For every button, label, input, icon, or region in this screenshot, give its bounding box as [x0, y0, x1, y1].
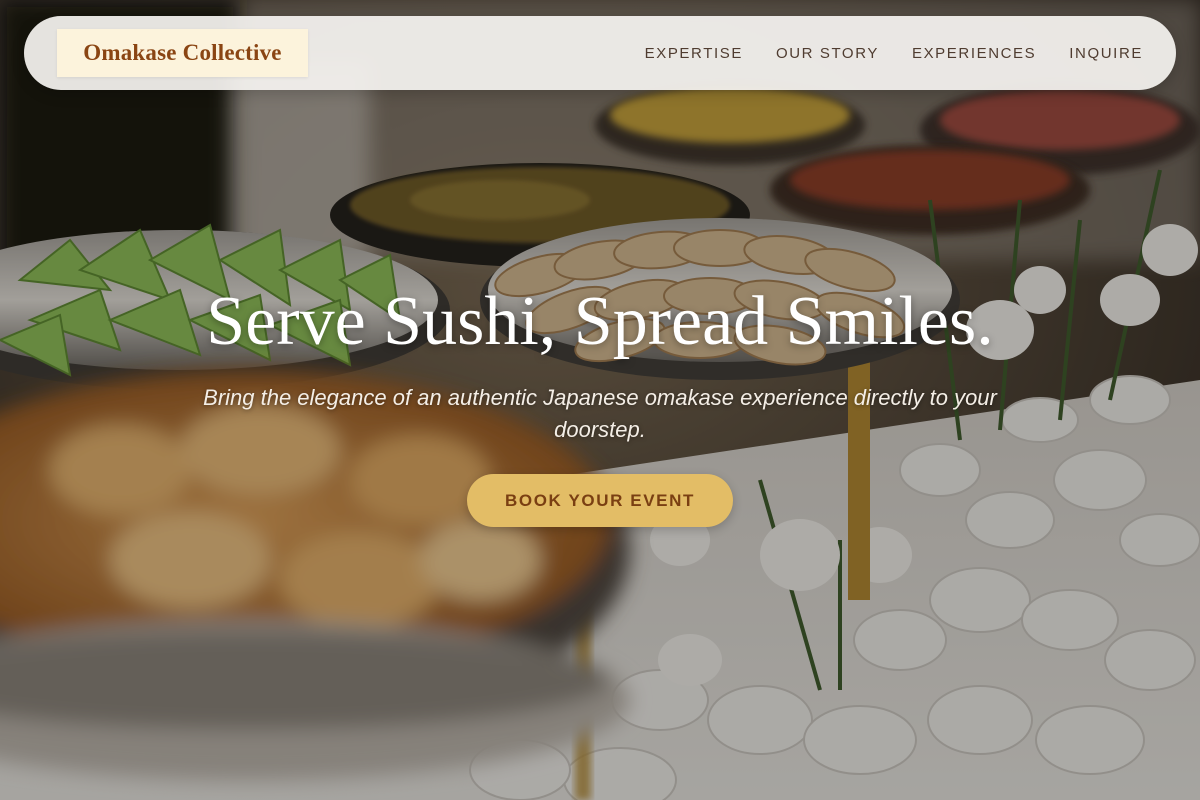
hero-content: Serve Sushi, Spread Smiles. Bring the el…	[0, 280, 1200, 527]
nav-link-experiences[interactable]: EXPERIENCES	[912, 45, 1036, 62]
hero-section: Omakase Collective EXPERTISE OUR STORY E…	[0, 0, 1200, 800]
nav-link-our-story[interactable]: OUR STORY	[776, 45, 879, 62]
brand-logo[interactable]: Omakase Collective	[57, 29, 308, 77]
top-navbar: Omakase Collective EXPERTISE OUR STORY E…	[24, 16, 1176, 90]
nav-link-expertise[interactable]: EXPERTISE	[645, 45, 743, 62]
hero-headline: Serve Sushi, Spread Smiles.	[206, 283, 994, 360]
book-event-button[interactable]: BOOK YOUR EVENT	[467, 474, 733, 527]
hero-subtext: Bring the elegance of an authentic Japan…	[203, 385, 997, 442]
nav-link-inquire[interactable]: INQUIRE	[1069, 45, 1143, 62]
nav-links: EXPERTISE OUR STORY EXPERIENCES INQUIRE	[645, 16, 1143, 90]
